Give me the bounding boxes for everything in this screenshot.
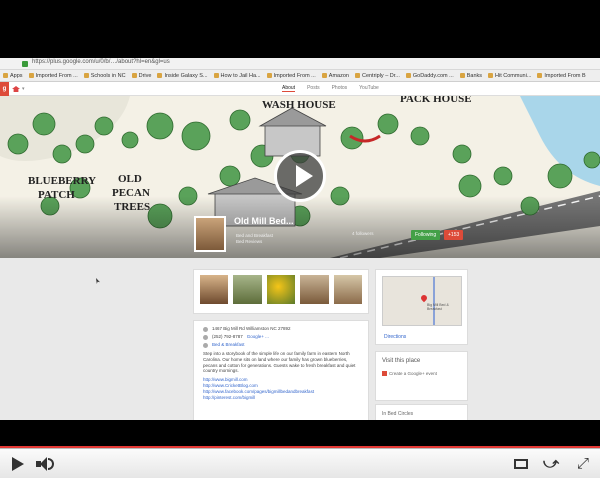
bookmark-icon: [354, 73, 360, 78]
category-link[interactable]: Bed & Breakfast: [212, 342, 245, 348]
bookmark-item[interactable]: Hit Communi...: [488, 73, 531, 79]
photo-thumbnail[interactable]: [333, 275, 363, 304]
location-icon: [203, 327, 208, 332]
bookmark-icon: [488, 73, 494, 78]
bookmark-item[interactable]: Apps: [3, 73, 23, 79]
bookmark-icon: [3, 73, 8, 78]
bookmark-item[interactable]: Imported From B: [537, 73, 586, 79]
url-text[interactable]: https://plus.google.com/u/0/b/…/about?hl…: [32, 59, 170, 65]
bookmark-icon: [28, 73, 34, 78]
map-image[interactable]: Big Mill Bed & Breakfast: [382, 276, 462, 326]
tab-about[interactable]: About: [282, 85, 296, 92]
tab-youtube[interactable]: YouTube: [359, 85, 379, 92]
page-name: Old Mill Bed...: [234, 216, 294, 226]
player-controls: ⤻ ⤢: [0, 448, 600, 478]
cover-label-pack-house: PACK HOUSE: [400, 96, 472, 105]
google-plus-logo-icon[interactable]: g: [0, 82, 9, 96]
cover-shade: [0, 196, 600, 258]
bookmark-item[interactable]: Imported From ...: [28, 73, 78, 79]
tab-photos[interactable]: Photos: [332, 85, 348, 92]
bookmark-item[interactable]: How to Jail Ha...: [213, 73, 261, 79]
fullscreen-icon[interactable]: ⤢: [574, 455, 592, 473]
bookmark-icon: [405, 73, 411, 78]
profile-tabs: About Posts Photos YouTube: [282, 85, 379, 92]
lock-icon: [22, 61, 28, 67]
circles-card: In Bed Circles: [375, 404, 468, 420]
chevron-down-icon[interactable]: ▾: [22, 86, 25, 92]
bookmark-icon: [157, 73, 163, 78]
tab-posts[interactable]: Posts: [307, 85, 320, 92]
description-text: Step into a storybook of the simple life…: [203, 351, 356, 374]
pinterest-link[interactable]: http://pinterest.com/bigmill: [203, 395, 359, 401]
map-label: Big Mill Bed & Breakfast: [427, 303, 449, 311]
bookmark-item[interactable]: Drive: [131, 73, 151, 79]
maps-link[interactable]: Google+ ...: [247, 334, 269, 340]
following-button[interactable]: Following: [411, 230, 441, 240]
directions-link[interactable]: Directions: [384, 334, 406, 340]
bookmark-item[interactable]: Banks: [459, 73, 482, 79]
avatar[interactable]: [194, 216, 226, 252]
share-icon[interactable]: ⤻: [542, 455, 560, 473]
phone-text: (252) 792-8787: [212, 334, 243, 339]
bookmark-icon: [459, 73, 465, 78]
bookmark-item[interactable]: GoDaddy.com ...: [405, 73, 454, 79]
category-row: Bed & Breakfast: [203, 342, 359, 348]
cover-label-old: OLD: [118, 173, 142, 185]
bookmark-icon: [321, 73, 327, 78]
about-card: 1467 Big Mill Rd Williamston NC 27892 (2…: [193, 320, 369, 420]
phone-icon: [203, 335, 208, 340]
plus-one-button[interactable]: +153: [444, 230, 464, 240]
play-icon[interactable]: [8, 455, 26, 473]
followers-count: 4 followers: [352, 231, 374, 236]
bookmark-item[interactable]: Amazon: [321, 73, 349, 79]
calendar-icon: [382, 371, 387, 377]
cover-label-wash-house: WASH HOUSE: [262, 99, 336, 111]
page-meta: Bed and Breakfast Bed Reviews: [236, 233, 273, 245]
photo-thumbnail[interactable]: [200, 275, 229, 304]
video-frame: https://plus.google.com/u/0/b/…/about?hl…: [0, 0, 600, 478]
page-reviews[interactable]: Bed Reviews: [236, 239, 273, 245]
bookmark-item[interactable]: Imported From ...: [266, 73, 316, 79]
circles-title: In Bed Circles: [382, 411, 414, 417]
bookmark-item[interactable]: Inside Galaxy S...: [157, 73, 208, 79]
phone-row: (252) 792-8787 Google+ ...: [203, 334, 359, 340]
mouse-cursor-icon: [96, 278, 100, 284]
bookmark-icon: [213, 73, 219, 78]
category-icon: [203, 343, 208, 348]
bookmark-icon: [537, 73, 543, 78]
address-text: 1467 Big Mill Rd Williamston NC 27892: [212, 326, 291, 331]
recorded-screen: https://plus.google.com/u/0/b/…/about?hl…: [0, 58, 600, 420]
photo-thumbnail[interactable]: [233, 275, 262, 304]
home-icon[interactable]: [12, 86, 20, 92]
volume-icon[interactable]: [36, 455, 54, 473]
photos-strip: [193, 269, 369, 314]
map-road: [433, 277, 435, 325]
bookmark-icon: [83, 73, 89, 78]
address-bar[interactable]: https://plus.google.com/u/0/b/…/about?hl…: [0, 58, 600, 70]
map-pin-icon: [419, 293, 429, 303]
create-event-row[interactable]: Create a Google+ event: [382, 371, 461, 377]
play-overlay-button[interactable]: [274, 150, 326, 202]
photo-thumbnail[interactable]: [300, 275, 329, 304]
bookmark-item[interactable]: Schools in NC: [83, 73, 126, 79]
bookmark-item[interactable]: Centriply – Dr...: [354, 73, 400, 79]
visit-card: Visit this place Create a Google+ event: [375, 351, 468, 401]
cover-label-blueberry: BLUEBERRY: [28, 175, 96, 187]
google-plus-bar: g ▾ About Posts Photos YouTube: [0, 82, 600, 96]
bookmark-icon: [131, 73, 137, 78]
bookmark-icon: [266, 73, 272, 78]
picture-in-picture-icon[interactable]: [512, 455, 530, 473]
map-card: Big Mill Bed & Breakfast Directions: [375, 269, 468, 345]
address-row: 1467 Big Mill Rd Williamston NC 27892: [203, 326, 359, 332]
visit-title: Visit this place: [382, 358, 421, 364]
bookmarks-bar: Apps Imported From ... Schools in NC Dri…: [0, 70, 600, 82]
photo-thumbnail[interactable]: [266, 275, 296, 304]
